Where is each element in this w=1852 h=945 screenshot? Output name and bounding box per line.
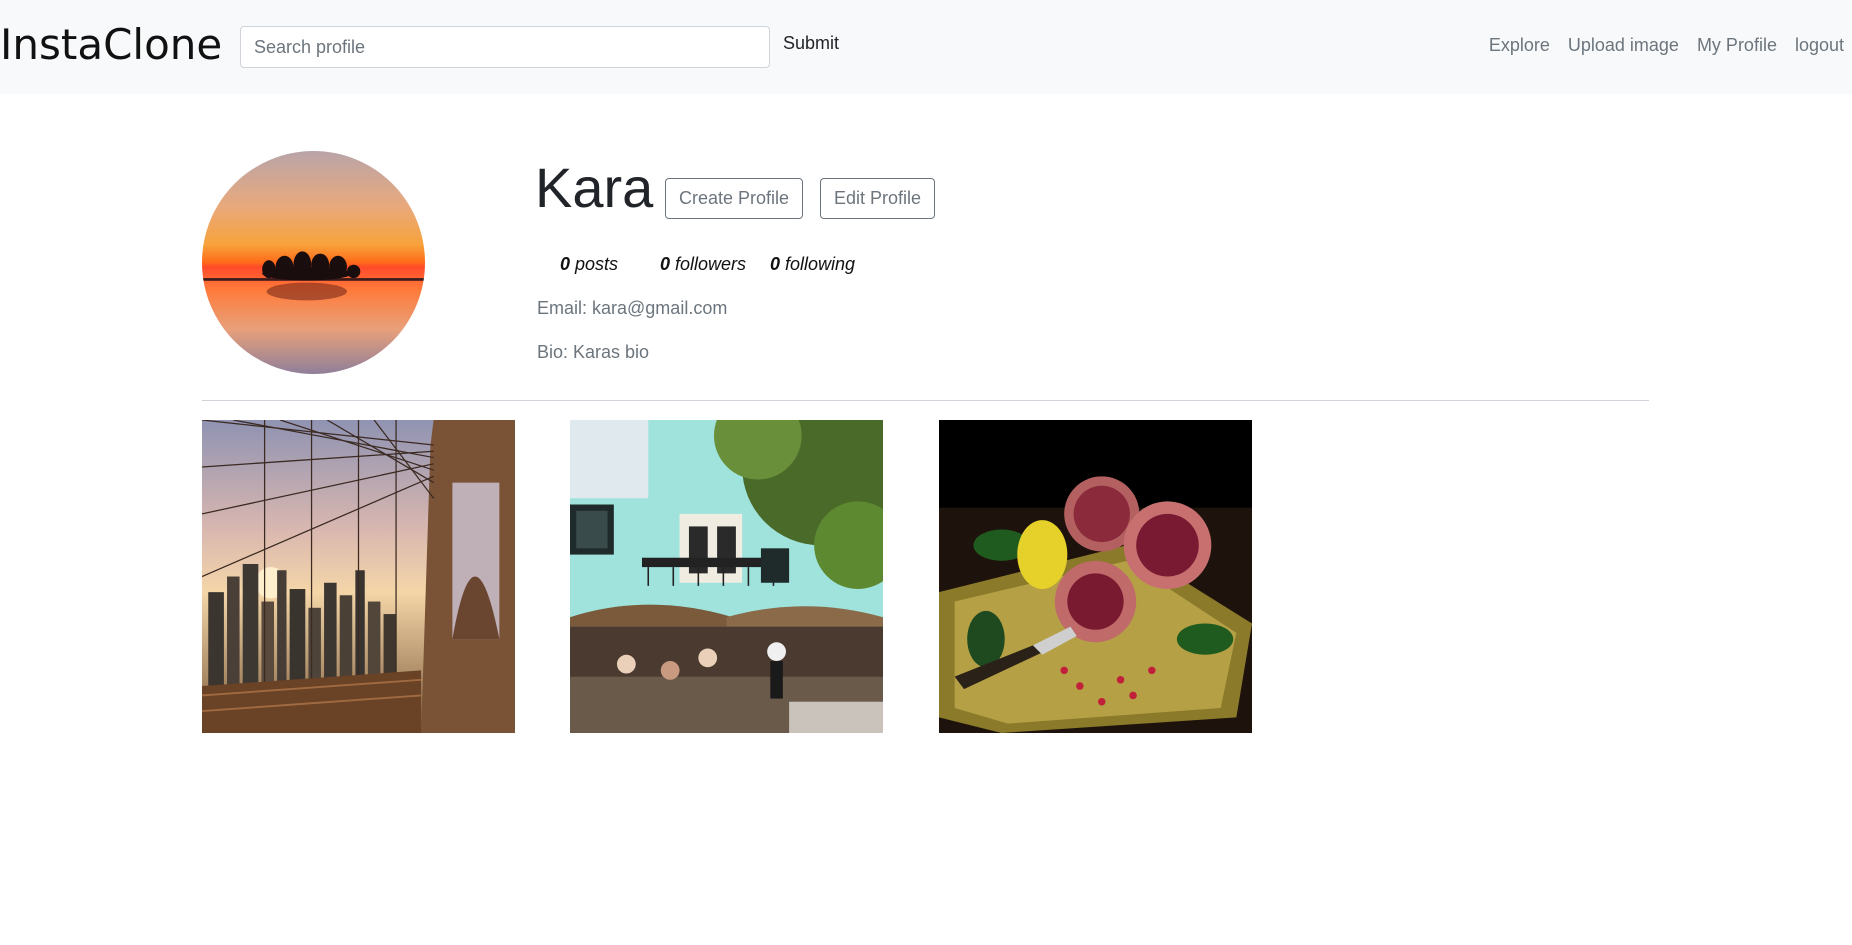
following-count: 0	[770, 254, 781, 274]
followers-count: 0	[660, 254, 671, 274]
stat-following: 0 following	[770, 254, 855, 275]
profile-username: Kara	[535, 156, 654, 219]
stat-posts: 0 posts	[560, 254, 660, 275]
post-image-cafe[interactable]	[570, 420, 883, 733]
divider	[202, 400, 1649, 401]
nav-link-explore[interactable]: Explore	[1489, 35, 1550, 56]
nav-links: Explore Upload image My Profile logout	[1489, 35, 1844, 56]
post-image-bridge[interactable]	[202, 420, 515, 733]
post-image-pomegranate[interactable]	[939, 420, 1252, 733]
brand-logo[interactable]: InstaClone	[0, 20, 222, 69]
following-label: following	[785, 254, 856, 274]
posts-count: 0	[560, 254, 571, 274]
submit-button[interactable]: Submit	[783, 33, 839, 54]
edit-profile-button[interactable]: Edit Profile	[820, 178, 936, 219]
nav-link-logout[interactable]: logout	[1795, 35, 1844, 56]
avatar	[202, 151, 425, 374]
stat-followers: 0 followers	[660, 254, 770, 275]
profile-email: Email: kara@gmail.com	[537, 298, 728, 318]
search-input[interactable]	[240, 26, 770, 68]
nav-link-my-profile[interactable]: My Profile	[1697, 35, 1777, 56]
followers-label: followers	[675, 254, 747, 274]
navbar: InstaClone Submit Explore Upload image M…	[0, 0, 1852, 94]
profile-stats: 0 posts 0 followers 0 following	[560, 254, 855, 275]
posts-label: posts	[575, 254, 619, 274]
nav-link-upload-image[interactable]: Upload image	[1568, 35, 1679, 56]
create-profile-button[interactable]: Create Profile	[665, 178, 804, 219]
profile-bio: Bio: Karas bio	[537, 342, 650, 362]
